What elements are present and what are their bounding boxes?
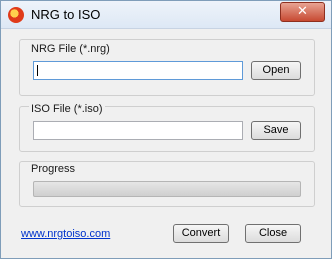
nrg-file-label: NRG File (*.nrg) — [29, 43, 112, 55]
main-window: NRG to ISO ✕ NRG File (*.nrg) Open ISO F… — [0, 0, 332, 259]
title-bar: NRG to ISO ✕ — [1, 1, 331, 29]
iso-file-input[interactable] — [33, 121, 243, 140]
close-button[interactable]: Close — [245, 224, 301, 243]
save-button[interactable]: Save — [251, 121, 301, 140]
window-close-button[interactable]: ✕ — [280, 2, 325, 22]
progress-label: Progress — [29, 163, 78, 175]
progress-bar — [33, 181, 301, 197]
iso-file-label: ISO File (*.iso) — [29, 103, 105, 115]
website-link[interactable]: www.nrgtoiso.com — [21, 228, 110, 240]
convert-button[interactable]: Convert — [173, 224, 229, 243]
app-icon — [8, 7, 24, 23]
window-title: NRG to ISO — [31, 7, 101, 22]
nrg-file-input[interactable] — [33, 61, 243, 80]
text-caret — [37, 65, 38, 76]
open-button[interactable]: Open — [251, 61, 301, 80]
